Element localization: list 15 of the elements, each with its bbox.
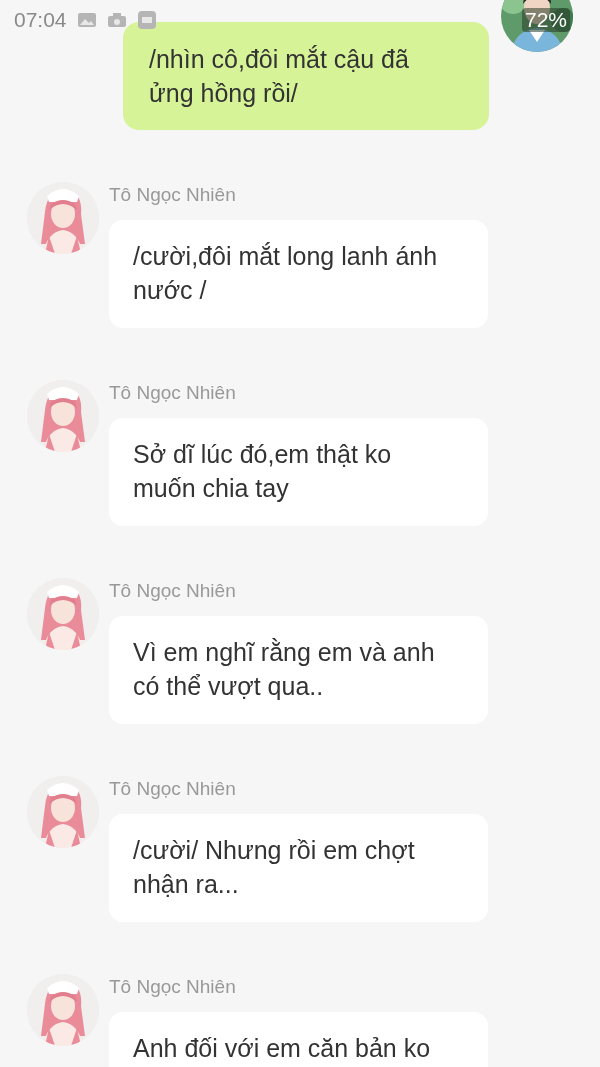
camera-icon [106, 12, 127, 28]
message-bubble: Sở dĩ lúc đó,em thật ko muốn chia tay [109, 418, 488, 526]
status-time: 07:04 [14, 8, 67, 32]
sender-name: Tô Ngọc Nhiên [109, 778, 237, 800]
sender-name: Tô Ngọc Nhiên [109, 184, 237, 206]
message-bubble: Anh đối với em căn bản ko [109, 1012, 488, 1067]
message-bubble: /cười,đôi mắt long lanh ánh nước / [109, 220, 488, 328]
sender-name: Tô Ngọc Nhiên [109, 580, 237, 602]
message-bubble: /nhìn cô,đôi mắt cậu đã ửng hồng rồi/ [123, 22, 489, 130]
message-icon [136, 10, 157, 30]
message-bubble: /cười/ Nhưng rồi em chợt nhận ra... [109, 814, 488, 922]
message-bubble: Vì em nghĩ rằng em và anh có thể vượt qua.. [109, 616, 488, 724]
sender-name: Tô Ngọc Nhiên [109, 976, 237, 998]
image-icon [76, 12, 97, 28]
sender-name: Tô Ngọc Nhiên [109, 382, 237, 404]
